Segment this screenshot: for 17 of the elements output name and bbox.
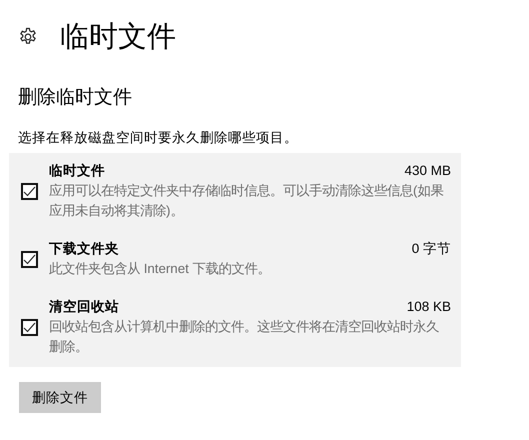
page-title: 临时文件 [60,20,176,55]
section-description: 选择在释放磁盘空间时要永久删除哪些项目。 [18,129,299,147]
item-size: 430 MB [404,162,451,180]
item-description: 回收站包含从计算机中删除的文件。这些文件将在清空回收站时永久删除。 [49,318,440,356]
checkbox[interactable] [21,250,38,268]
item-name: 清空回收站 [49,298,119,316]
item-name: 下载文件夹 [49,240,119,258]
item-description: 应用可以在特定文件夹中存储临时信息。可以手动清除这些信息(如果应用未自动将其清除)。 [49,182,444,220]
checkbox[interactable] [21,318,38,336]
item-size: 108 KB [406,298,451,316]
checkbox[interactable] [21,182,38,200]
item-description: 此文件夹包含从 Internet 下载的文件。 [49,260,272,278]
delete-files-button[interactable]: 删除文件 [19,382,101,413]
section-heading: 删除临时文件 [18,86,133,110]
item-name: 临时文件 [49,162,105,180]
item-size: 0 字节 [412,240,451,258]
settings-icon [18,27,38,47]
